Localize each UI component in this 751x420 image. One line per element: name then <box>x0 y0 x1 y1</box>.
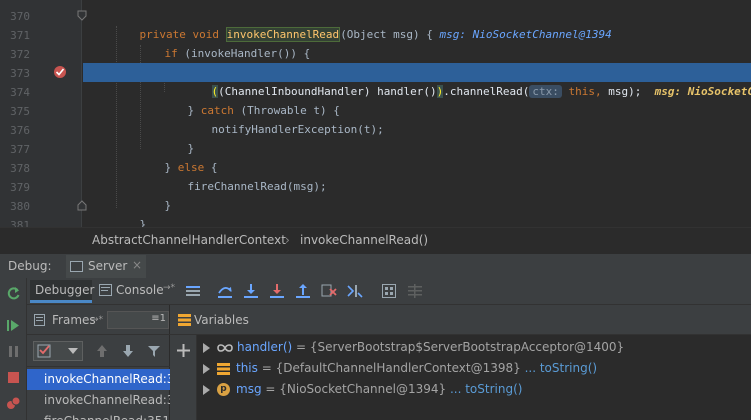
expand-arrow-icon[interactable] <box>203 363 210 374</box>
expand-arrow-icon[interactable] <box>203 384 210 395</box>
debug-label: Debug: <box>8 259 52 273</box>
variables-panel: Variables handler() = {ServerBootstrap$S… <box>170 305 751 420</box>
frames-toolbar <box>27 335 170 367</box>
line-number: 376 <box>10 124 30 137</box>
code-line-376[interactable]: } <box>83 120 751 155</box>
code-line-374[interactable]: } catch (Throwable t) { <box>83 82 751 117</box>
breadcrumb-method[interactable]: invokeChannelRead() <box>300 233 428 247</box>
frame-filter-icon <box>37 344 51 358</box>
line-number: 374 <box>10 86 30 99</box>
close-tab-icon[interactable]: × <box>132 258 142 272</box>
step-out-icon[interactable] <box>295 283 311 299</box>
line-number: 378 <box>10 162 30 175</box>
line-number: 372 <box>10 48 30 61</box>
run-to-cursor-icon[interactable] <box>347 283 363 299</box>
tab-server[interactable]: Server × <box>66 255 146 278</box>
breakpoint-icon[interactable] <box>53 65 67 79</box>
arrow-up-icon[interactable] <box>95 344 109 358</box>
parameter-icon: p <box>217 383 230 396</box>
console-icon <box>99 284 112 296</box>
infinity-icon <box>217 343 233 352</box>
chevron-down-icon <box>68 348 78 354</box>
frames-title: Frames <box>52 313 96 327</box>
variables-icon <box>178 314 191 326</box>
variables-side-toolbar <box>170 335 197 420</box>
arrow-down-icon[interactable] <box>121 344 135 358</box>
filter-icon[interactable] <box>147 344 161 358</box>
line-number: 375 <box>10 105 30 118</box>
variables-title: Variables <box>194 313 249 327</box>
frames-header: Frames →* ≡1 <box>27 305 170 335</box>
frames-icon <box>34 314 45 326</box>
line-number: 379 <box>10 181 30 194</box>
frame-filter-dropdown[interactable] <box>33 341 83 361</box>
breadcrumb: AbstractChannelHandlerContext › invokeCh… <box>0 227 751 253</box>
line-number: 373 <box>10 67 30 80</box>
run-config-icon <box>70 261 83 272</box>
drop-frame-icon[interactable] <box>321 283 337 299</box>
frame-item[interactable]: invokeChannelRead:3 <box>27 390 170 411</box>
breadcrumb-class[interactable]: AbstractChannelHandlerContext <box>92 233 286 247</box>
variables-header: Variables <box>170 305 751 335</box>
code-line-372[interactable]: try { <box>83 44 751 79</box>
frame-item[interactable]: fireChannelRead:351 <box>27 411 170 420</box>
expand-arrow-icon[interactable] <box>203 342 210 353</box>
stop-icon[interactable] <box>6 370 21 385</box>
code-editor[interactable]: 370 371 372 373 374 375 376 377 378 379 … <box>0 0 751 227</box>
line-number: 370 <box>10 10 30 23</box>
frame-item[interactable]: invokeChannelRead:3 <box>27 369 170 390</box>
debugger-toolbar: Debugger Console →* <box>27 278 751 305</box>
pause-icon[interactable] <box>6 344 21 359</box>
field-icon <box>217 362 230 375</box>
show-execution-point-icon[interactable] <box>185 283 201 299</box>
code-line-379[interactable]: } <box>83 177 751 212</box>
code-line-380[interactable]: } <box>83 196 751 227</box>
code-line-371[interactable]: if (invokeHandler()) { <box>83 25 751 60</box>
line-number: 371 <box>10 29 30 42</box>
variable-row[interactable]: handler() = {ServerBootstrap$ServerBoots… <box>197 337 751 358</box>
resume-icon[interactable] <box>6 318 21 333</box>
add-watch-icon[interactable] <box>177 344 190 357</box>
code-line-378[interactable]: fireChannelRead(msg); <box>83 158 751 193</box>
evaluate-expression-icon[interactable] <box>381 283 397 299</box>
rerun-icon[interactable] <box>6 286 21 301</box>
execution-line-373[interactable]: ((ChannelInboundHandler) handler()).chan… <box>83 63 751 98</box>
tab-debugger[interactable]: Debugger <box>30 280 94 303</box>
tab-console[interactable]: Console →* <box>95 280 179 303</box>
variable-row[interactable]: this = {DefaultChannelHandlerContext@139… <box>197 358 751 379</box>
force-step-into-icon[interactable] <box>269 283 285 299</box>
code-line-377[interactable]: } else { <box>83 139 751 174</box>
debug-left-toolbar <box>0 278 27 420</box>
line-number: 377 <box>10 143 30 156</box>
variable-row[interactable]: p msg = {NioSocketChannel@1394} ... toStr… <box>197 379 751 400</box>
view-breakpoints-icon[interactable] <box>6 396 21 411</box>
step-over-icon[interactable] <box>217 283 233 299</box>
step-into-icon[interactable] <box>243 283 259 299</box>
frames-arrow[interactable]: →* <box>91 315 103 325</box>
frames-panel: Frames →* ≡1 invokeChannelRead:3 invokeC… <box>27 305 170 420</box>
thread-dropdown[interactable]: ≡1 <box>107 311 169 329</box>
line-number: 381 <box>10 219 30 227</box>
code-line-375[interactable]: notifyHandlerException(t); <box>83 101 751 136</box>
to-string-link[interactable]: ... toString() <box>521 361 597 375</box>
line-number: 380 <box>10 200 30 213</box>
breadcrumb-separator: › <box>285 233 290 247</box>
to-string-link[interactable]: ... toString() <box>446 382 522 396</box>
editor-gutter[interactable]: 370 371 372 373 374 375 376 377 378 379 … <box>0 0 87 227</box>
debug-tool-window-header: Debug: Server × <box>0 253 751 278</box>
trace-current-stream-icon[interactable] <box>407 283 423 299</box>
code-line-370[interactable]: private void invokeChannelRead(Object ms… <box>83 6 751 42</box>
